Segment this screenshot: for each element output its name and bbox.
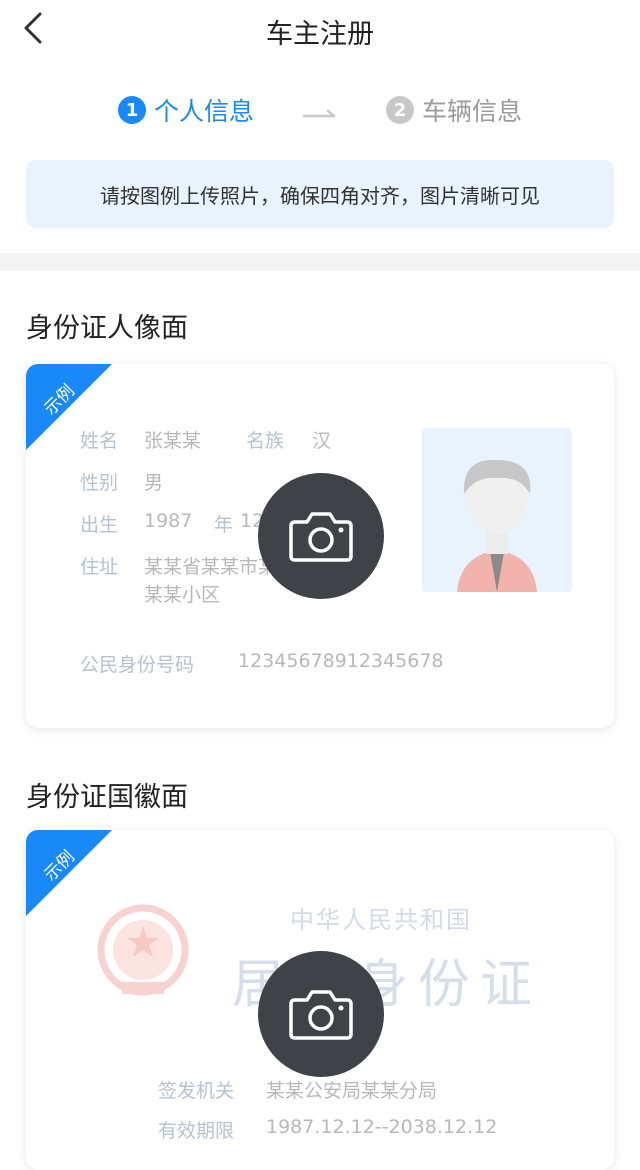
page-title: 车主注册 bbox=[266, 19, 374, 50]
step-vehicle-info: 2 车辆信息 bbox=[386, 90, 522, 130]
section-title-front: 身份证人像面 bbox=[26, 313, 188, 344]
name-label: 姓名 bbox=[80, 430, 119, 452]
upload-front-button[interactable] bbox=[258, 473, 384, 599]
step-number: 2 bbox=[386, 96, 414, 124]
validity-value: 1987.12.12--2038.12.12 bbox=[266, 1116, 498, 1138]
national-emblem-icon bbox=[97, 904, 189, 996]
address-line2: 某某小区 bbox=[144, 584, 221, 606]
camera-icon bbox=[289, 990, 353, 1040]
country-name: 中华人民共和国 bbox=[290, 906, 472, 934]
step-label: 个人信息 bbox=[154, 97, 255, 126]
portrait-image bbox=[422, 428, 572, 592]
ethnic-value: 汉 bbox=[312, 430, 332, 452]
authority-value: 某某公安局某某分局 bbox=[266, 1080, 438, 1102]
step-number: 1 bbox=[118, 96, 146, 124]
birth-label: 出生 bbox=[80, 514, 119, 536]
validity-label: 有效期限 bbox=[158, 1120, 235, 1142]
section-title-back: 身份证国徽面 bbox=[26, 782, 188, 813]
section-divider bbox=[0, 253, 640, 271]
nav-bar: 车主注册 bbox=[0, 0, 640, 60]
upload-back-button[interactable] bbox=[258, 951, 384, 1077]
id-number-label: 公民身份号码 bbox=[80, 654, 195, 676]
birth-year-unit: 年 bbox=[214, 514, 234, 536]
id-number-value: 12345678912345678 bbox=[238, 650, 444, 672]
camera-icon bbox=[289, 512, 353, 562]
id-back-upload-card[interactable]: 示例 中华人民共和国 居民身份证 签发机关 某某公安局某某分局 有效期限 198… bbox=[26, 830, 614, 1170]
person-icon bbox=[457, 459, 537, 592]
id-front-upload-card[interactable]: 示例 姓名 张某某 名族 汉 性别 男 出生 1987 年 12 月 住址 某某… bbox=[26, 364, 614, 728]
upload-tip: 请按图例上传照片，确保四角对齐，图片清晰可见 bbox=[26, 160, 614, 228]
sex-value: 男 bbox=[144, 472, 164, 494]
sex-label: 性别 bbox=[80, 472, 119, 494]
authority-label: 签发机关 bbox=[158, 1080, 235, 1102]
ethnic-label: 名族 bbox=[246, 430, 285, 452]
step-personal-info: 1 个人信息 bbox=[118, 90, 254, 130]
name-value: 张某某 bbox=[144, 430, 202, 452]
step-arrow-icon bbox=[302, 109, 336, 118]
birth-year: 1987 bbox=[144, 510, 193, 532]
step-label: 车辆信息 bbox=[422, 97, 523, 126]
address-label: 住址 bbox=[80, 556, 119, 578]
